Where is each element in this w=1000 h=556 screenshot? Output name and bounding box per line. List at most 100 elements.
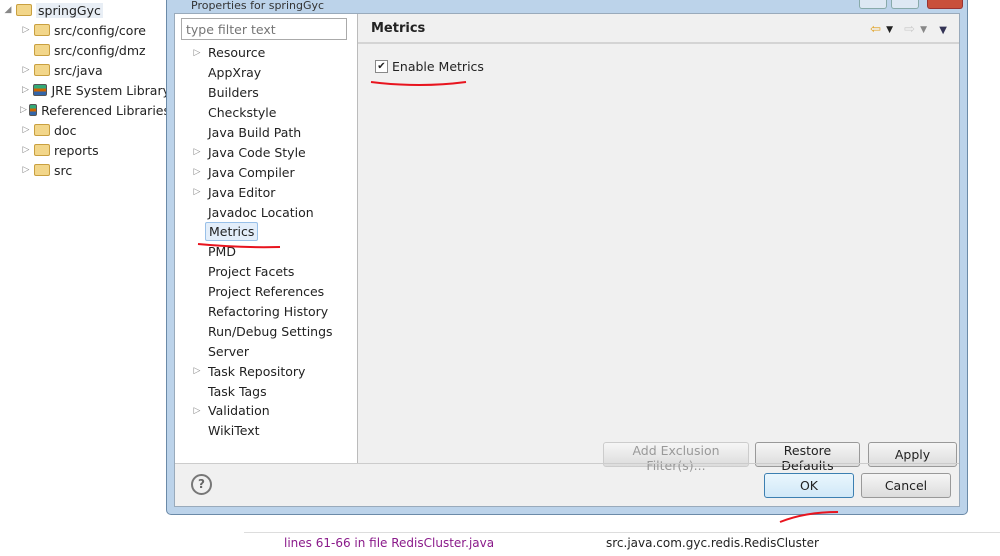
explorer-item-label: src/config/core [54, 22, 146, 38]
expand-icon[interactable]: ▷ [189, 187, 205, 197]
view-menu-icon[interactable]: ▼ [939, 25, 947, 36]
nav-item-java-build-path[interactable]: Java Build Path [189, 123, 336, 143]
expand-icon[interactable]: ▷ [189, 366, 205, 376]
expand-icon[interactable]: ▷ [189, 167, 205, 177]
nav-item-label: Validation [208, 403, 270, 419]
nav-item-java-compiler[interactable]: ▷ Java Compiler [189, 162, 336, 182]
nav-item-label: Java Editor [208, 184, 276, 200]
expand-icon[interactable]: ▷ [20, 65, 32, 75]
nav-item-project-facets[interactable]: Project Facets [189, 262, 336, 282]
package-folder-icon [34, 44, 50, 56]
expand-icon[interactable]: ▷ [20, 25, 32, 35]
explorer-item-label: reports [54, 142, 99, 158]
nav-item-label: AppXray [208, 65, 262, 81]
background-table-row[interactable]: lines 61-66 in file RedisCluster.java sr… [244, 532, 1000, 556]
collapse-icon[interactable]: ◢ [2, 5, 14, 15]
checkbox-check-icon[interactable]: ✔ [375, 60, 388, 73]
explorer-item-label: src/java [54, 62, 103, 78]
nav-item-label: Java Build Path [208, 125, 302, 140]
nav-item-label: Java Compiler [208, 164, 295, 180]
explorer-item[interactable]: src/config/dmz [0, 40, 170, 60]
nav-item-appxray[interactable]: AppXray [189, 63, 336, 83]
nav-item-project-references[interactable]: Project References [189, 282, 336, 302]
nav-item-validation[interactable]: ▷ Validation [189, 401, 336, 421]
expand-icon[interactable]: ▷ [189, 48, 205, 58]
explorer-item[interactable]: ▷ src/config/core [0, 20, 170, 40]
nav-item-metrics[interactable]: Metrics [189, 222, 336, 242]
nav-item-label: Project References [208, 284, 325, 300]
explorer-item[interactable]: ▷ src/java [0, 60, 170, 80]
expand-icon[interactable]: ▷ [189, 406, 205, 416]
background-workbench [968, 0, 1000, 515]
forward-menu-chevron-icon[interactable]: ▼ [920, 25, 927, 35]
explorer-item-label: springGyc [36, 2, 103, 18]
help-icon[interactable]: ? [191, 474, 212, 495]
filter-input[interactable] [181, 18, 347, 40]
expand-icon[interactable]: ▷ [20, 105, 27, 115]
enable-metrics-checkbox[interactable]: ✔ Enable Metrics [375, 59, 484, 74]
explorer-item[interactable]: ▷ Referenced Libraries [0, 100, 170, 120]
nav-item-label: Javadoc Location [208, 204, 314, 220]
explorer-item-label: src [54, 162, 73, 178]
library-icon [32, 84, 48, 96]
minimize-button[interactable] [859, 0, 887, 9]
forward-arrow-icon[interactable]: ⇨ [904, 22, 915, 37]
nav-item-task-repository[interactable]: ▷ Task Repository [189, 361, 336, 381]
page-title: Metrics [371, 20, 426, 36]
nav-item-label: Java Code Style [208, 144, 306, 160]
nav-item-checkstyle[interactable]: Checkstyle [189, 103, 336, 123]
properties-dialog: Properties for springGyc ▷Resource AppXra… [166, 0, 968, 515]
nav-item-label: WikiText [208, 423, 260, 439]
nav-item-wikitext[interactable]: WikiText [189, 421, 336, 441]
enable-metrics-label: Enable Metrics [392, 59, 484, 74]
nav-item-label: Task Tags [208, 383, 267, 399]
nav-item-label: Metrics [205, 222, 259, 242]
explorer-item-label: JRE System Library [51, 82, 170, 98]
nav-item-java-code-style[interactable]: ▷ Java Code Style [189, 142, 336, 162]
expand-icon[interactable]: ▷ [20, 145, 32, 155]
back-arrow-icon[interactable]: ⇦ [870, 22, 881, 37]
explorer-item[interactable]: ▷ JRE System Library [0, 80, 170, 100]
nav-item-java-editor[interactable]: ▷ Java Editor [189, 182, 336, 202]
metrics-page: Metrics ⇦ ▼ ⇨ ▼ ▼ ✔ Enable Metrics Add E… [358, 14, 959, 473]
explorer-item[interactable]: ▷ src [0, 160, 170, 180]
expand-icon[interactable]: ▷ [20, 165, 32, 175]
close-button[interactable] [927, 0, 963, 9]
nav-item-server[interactable]: Server [189, 341, 336, 361]
nav-item-label: Builders [208, 85, 259, 101]
expand-icon[interactable]: ▷ [20, 85, 31, 95]
folder-icon [34, 124, 50, 136]
dialog-title: Properties for springGyc [191, 0, 325, 12]
nav-item-label: PMD [208, 244, 236, 260]
back-menu-chevron-icon[interactable]: ▼ [886, 25, 893, 35]
nav-item-label: Project Facets [208, 264, 295, 280]
row-resource: src.java.com.gyc.redis.RedisCluster [606, 536, 819, 550]
project-icon [16, 4, 32, 16]
nav-item-builders[interactable]: Builders [189, 83, 336, 103]
package-folder-icon [34, 164, 50, 176]
library-icon [28, 104, 38, 116]
ok-button[interactable]: OK [764, 473, 854, 498]
nav-item-label: Server [208, 343, 249, 359]
nav-item-javadoc-location[interactable]: Javadoc Location [189, 202, 336, 222]
explorer-item-label: doc [54, 122, 77, 138]
row-description: lines 61-66 in file RedisCluster.java [284, 536, 495, 550]
nav-item-label: Task Repository [208, 363, 306, 379]
nav-item-label: Refactoring History [208, 304, 329, 320]
nav-item-label: Checkstyle [208, 105, 277, 121]
maximize-button[interactable] [891, 0, 919, 9]
explorer-item[interactable]: ◢ springGyc [0, 0, 170, 20]
expand-icon[interactable]: ▷ [189, 147, 205, 157]
nav-panel: ▷Resource AppXray Builders Checkstyle Java B… [175, 14, 358, 463]
expand-icon[interactable]: ▷ [20, 125, 32, 135]
nav-item-resource[interactable]: ▷ Resource [189, 43, 336, 63]
nav-item-run-debug-settings[interactable]: Run/Debug Settings [189, 321, 336, 341]
cancel-button[interactable]: Cancel [861, 473, 951, 498]
folder-icon [34, 144, 50, 156]
nav-item-pmd[interactable]: PMD [189, 242, 336, 262]
nav-item-task-tags[interactable]: Task Tags [189, 381, 336, 401]
explorer-item[interactable]: ▷ doc [0, 120, 170, 140]
package-folder-icon [34, 24, 50, 36]
nav-item-refactoring-history[interactable]: Refactoring History [189, 302, 336, 322]
explorer-item[interactable]: ▷ reports [0, 140, 170, 160]
